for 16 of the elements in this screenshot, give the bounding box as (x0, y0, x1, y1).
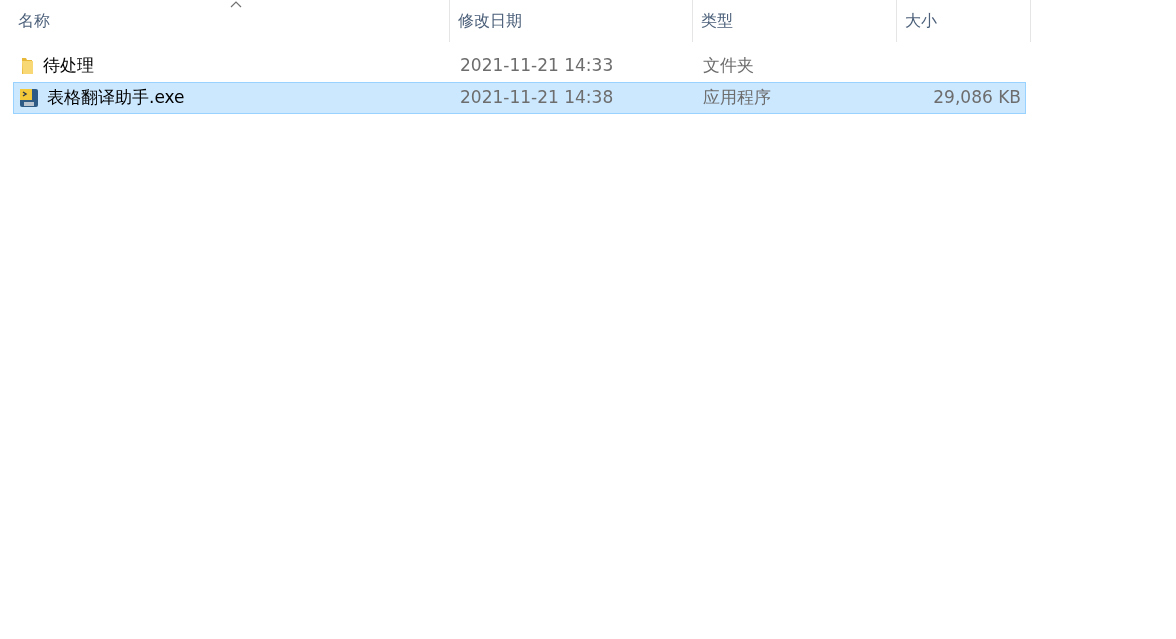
file-type: 文件夹 (702, 54, 755, 78)
file-row[interactable]: 表格翻译助手.exe 2021-11-21 14:38 应用程序 29,086 KB (13, 82, 1026, 114)
modified-date: 2021-11-21 14:33 (459, 54, 615, 78)
file-row[interactable]: 待处理 2021-11-21 14:33 文件夹 (13, 50, 1026, 82)
column-header[interactable]: 修改日期 (450, 0, 693, 42)
column-header[interactable]: 名称 (10, 0, 450, 42)
column-header[interactable]: 大小 (897, 0, 1031, 42)
file-type: 应用程序 (702, 86, 772, 110)
file-name: 待处理 (43, 54, 94, 78)
modified-date: 2021-11-21 14:38 (459, 86, 615, 110)
file-name: 表格翻译助手.exe (47, 86, 185, 110)
column-header[interactable]: 类型 (693, 0, 897, 42)
sort-caret-icon (229, 1, 242, 8)
app-icon (19, 88, 39, 108)
file-size: 29,086 KB (933, 86, 1021, 110)
folder-icon (19, 57, 35, 75)
